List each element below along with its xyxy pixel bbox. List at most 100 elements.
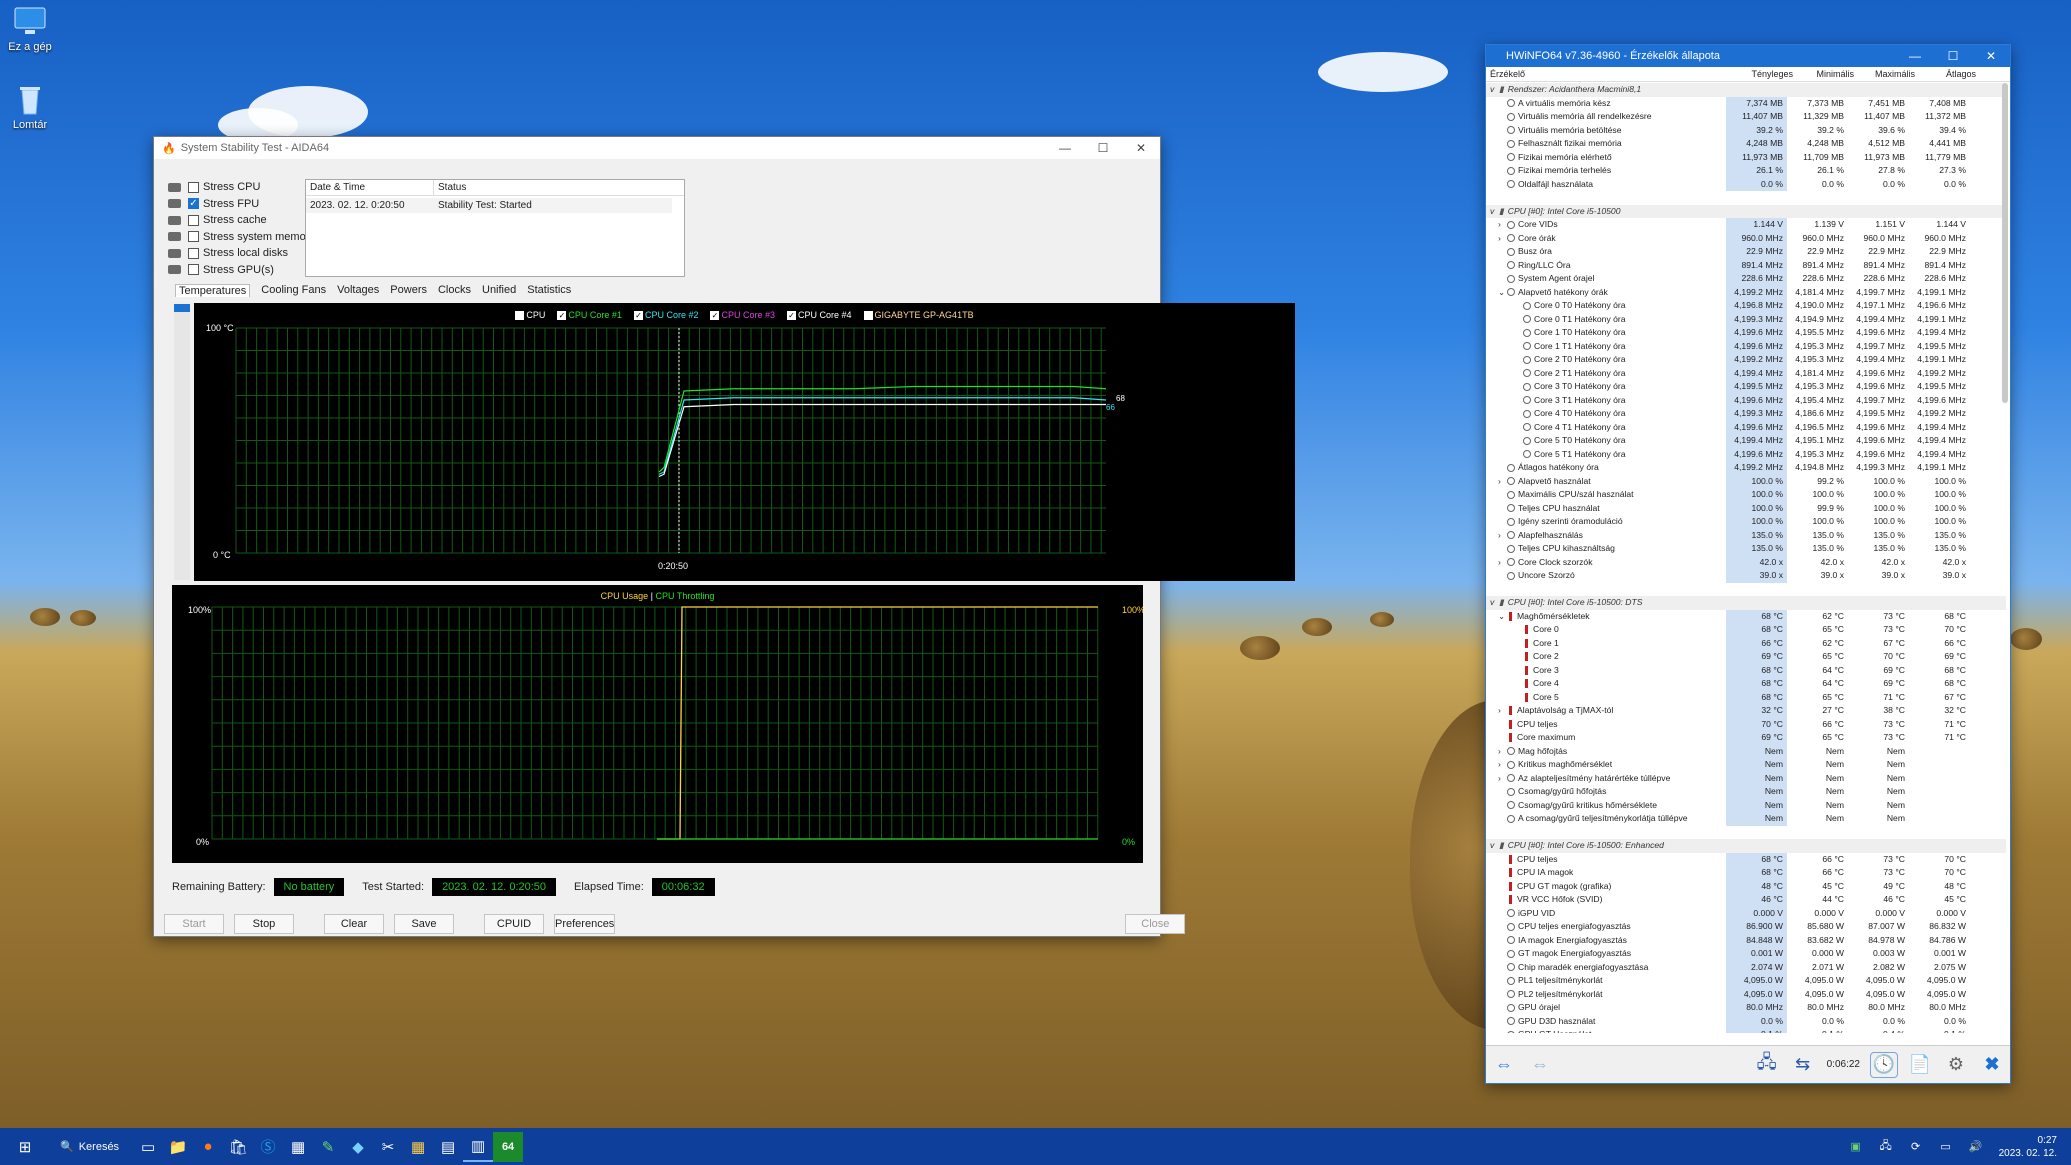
sensor-row[interactable]: Oldalfájl használata 0.0 % 0.0 % 0.0 % 0.0 % xyxy=(1486,177,2006,191)
start-button[interactable]: Start xyxy=(164,914,224,934)
notepad-icon[interactable]: ✎ xyxy=(313,1132,343,1162)
chevron-down-icon[interactable]: v xyxy=(1490,83,1499,97)
search-button[interactable]: 🔍 Keresés xyxy=(60,1140,119,1154)
sensor-row[interactable]: Core 3 T1 Hatékony óra 4,199.6 MHz 4,195.4… xyxy=(1486,393,2006,407)
col-sensor[interactable]: Érzékelő xyxy=(1486,67,1736,81)
clock[interactable]: 0:27 2023. 02. 12. xyxy=(1999,1134,2057,1160)
sensor-row[interactable]: System Agent órajel 228.6 MHz 228.6 MHz 228… xyxy=(1486,272,2006,286)
stress-option[interactable]: Stress local disks xyxy=(168,245,288,261)
sensor-row[interactable]: Virtuális memória áll rendelkezésre 11,40… xyxy=(1486,110,2006,124)
save-button[interactable]: Save xyxy=(394,914,454,934)
sensor-row[interactable]: Fizikai memória elérhető 11,973 MB 11,709 … xyxy=(1486,150,2006,164)
sensor-row[interactable]: GPU órajel 80.0 MHz 80.0 MHz 80.0 MHz 80.0 M… xyxy=(1486,1001,2006,1015)
tab-voltages[interactable]: Voltages xyxy=(337,284,379,297)
col-min[interactable]: Minimális xyxy=(1797,67,1858,81)
col-current[interactable]: Tényleges xyxy=(1736,67,1797,81)
network-tray-icon[interactable]: 🖧 xyxy=(1871,1132,1901,1162)
sensor-row[interactable]: GT magok Energiafogyasztás 0.001 W 0.000 W… xyxy=(1486,947,2006,961)
close-window-button[interactable]: Close xyxy=(1125,914,1186,934)
sensor-row[interactable]: ⌄ Maghőmérsékletek 68 °C 62 °C 73 °C 68 °C xyxy=(1486,609,2006,624)
clear-button[interactable]: Clear xyxy=(324,914,384,934)
stress-checkbox[interactable] xyxy=(188,231,199,242)
sensor-row[interactable]: Csomag/gyűrű kritikus hőmérséklete Nem Nem… xyxy=(1486,798,2006,812)
col-max[interactable]: Maximális xyxy=(1858,67,1919,81)
desktop-icon-recycle-bin[interactable]: Lomtár xyxy=(0,84,60,131)
sensor-row[interactable]: Core 1 66 °C 62 °C 67 °C 66 °C xyxy=(1486,636,2006,650)
sensor-row[interactable]: CPU teljes energiafogyasztás 86.900 W 85.6… xyxy=(1486,920,2006,934)
sensor-row[interactable]: Core 5 T0 Hatékony óra 4,199.4 MHz 4,195.1… xyxy=(1486,434,2006,448)
sensor-row[interactable]: Busz óra 22.9 MHz 22.9 MHz 22.9 MHz 22.9 MHz xyxy=(1486,245,2006,259)
preferences-button[interactable]: Preferences xyxy=(554,914,616,934)
skype-icon[interactable]: Ⓢ xyxy=(253,1132,283,1162)
stress-checkbox[interactable] xyxy=(188,181,199,193)
chevron-down-icon[interactable]: v xyxy=(1490,596,1499,610)
stress-checkbox[interactable]: ✓ xyxy=(188,198,199,209)
chevron-right-icon[interactable]: › xyxy=(1498,556,1507,570)
sensor-row[interactable]: Core 1 T1 Hatékony óra 4,199.6 MHz 4,195.3… xyxy=(1486,339,2006,353)
desktop-icon-this-pc[interactable]: Ez a gép xyxy=(0,6,60,53)
sensor-row[interactable]: Core 2 T0 Hatékony óra 4,199.2 MHz 4,195.3… xyxy=(1486,353,2006,367)
aida-titlebar[interactable]: 🔥 System Stability Test - AIDA64 — ☐ ✕ xyxy=(154,137,1160,159)
sensor-row[interactable]: Core 1 T0 Hatékony óra 4,199.6 MHz 4,195.5… xyxy=(1486,326,2006,340)
sensor-row[interactable]: Core 0 68 °C 65 °C 73 °C 70 °C xyxy=(1486,623,2006,637)
sensor-row[interactable]: Teljes CPU kihasználtság 135.0 % 135.0 % 13… xyxy=(1486,542,2006,556)
sensor-row[interactable]: › Core órák 960.0 MHz 960.0 MHz 960.0 MHz 960… xyxy=(1486,231,2006,246)
tab-cooling-fans[interactable]: Cooling Fans xyxy=(261,284,326,297)
sensor-row[interactable]: VR VCC Hőfok (SVID) 46 °C 44 °C 46 °C 45 °C xyxy=(1486,893,2006,907)
app-grid-icon[interactable]: ▦ xyxy=(403,1132,433,1162)
stress-option[interactable]: Stress cache xyxy=(168,212,267,228)
sensor-row[interactable]: Core 4 T1 Hatékony óra 4,199.6 MHz 4,196.5… xyxy=(1486,420,2006,434)
sensor-row[interactable]: Teljes CPU használat 100.0 % 99.9 % 100.0 %… xyxy=(1486,501,2006,515)
chevron-right-icon[interactable]: › xyxy=(1498,772,1507,786)
sensor-row[interactable]: Átlagos hatékony óra 4,199.2 MHz 4,194.8 M… xyxy=(1486,461,2006,475)
sensor-row[interactable]: Ring/LLC Óra 891.4 MHz 891.4 MHz 891.4 MHz 8… xyxy=(1486,258,2006,272)
sensor-group-row[interactable]: v ▮ Rendszer: Acidanthera Macmini8,1 xyxy=(1486,83,2006,97)
sensor-row[interactable]: Felhasznált fizikai memória 4,248 MB 4,248… xyxy=(1486,137,2006,151)
close-icon[interactable]: ✖ xyxy=(1978,1052,2006,1078)
network-icon[interactable]: 🖧 xyxy=(1753,1052,1781,1078)
sensor-row[interactable]: iGPU VID 0.000 V 0.000 V 0.000 V 0.000 V xyxy=(1486,906,2006,920)
sync-tray-icon[interactable]: ⟳ xyxy=(1901,1132,1931,1162)
sensor-row[interactable]: › Mag hőfojtás Nem Nem Nem xyxy=(1486,744,2006,758)
sensor-group-row[interactable]: v ▮ CPU [#0]: Intel Core i5-10500: DTS xyxy=(1486,596,2006,610)
sensor-row[interactable]: Core 2 69 °C 65 °C 70 °C 69 °C xyxy=(1486,650,2006,664)
minimize-button[interactable]: — xyxy=(1046,137,1084,159)
chevron-down-icon[interactable]: ⌄ xyxy=(1498,610,1507,624)
report-icon[interactable]: 📄 xyxy=(1906,1052,1934,1078)
chevron-right-icon[interactable]: › xyxy=(1498,232,1507,246)
chevron-right-icon[interactable]: › xyxy=(1498,218,1507,232)
sensor-row[interactable]: › Kritikus maghőmérséklet Nem Nem Nem xyxy=(1486,758,2006,772)
volume-icon[interactable]: 🔊 xyxy=(1961,1132,1991,1162)
sensor-row[interactable]: Maximális CPU/szál használat 100.0 % 100.0… xyxy=(1486,488,2006,502)
sensor-row[interactable]: A virtuális memória kész 7,374 MB 7,373 MB… xyxy=(1486,96,2006,110)
tab-temperatures[interactable]: Temperatures xyxy=(175,284,251,297)
tab-statistics[interactable]: Statistics xyxy=(527,284,571,297)
graph-scrollbar[interactable] xyxy=(174,304,190,580)
sensor-row[interactable]: Virtuális memória betöltése 39.2 % 39.2 % 3… xyxy=(1486,123,2006,137)
hwinfo-titlebar[interactable]: HWiNFO64 v7.36-4960 - Érzékelők állapota… xyxy=(1486,45,2010,67)
sensor-row[interactable]: Core 4 68 °C 64 °C 69 °C 68 °C xyxy=(1486,677,2006,691)
sensor-row[interactable]: IA magok Energiafogyasztás 84.848 W 83.682… xyxy=(1486,933,2006,947)
sensor-row[interactable]: Core 0 T0 Hatékony óra 4,196.8 MHz 4,190.0… xyxy=(1486,299,2006,313)
sensor-row[interactable]: › Core Clock szorzók 42.0 x 42.0 x 42.0 x 42.… xyxy=(1486,555,2006,570)
maximize-button[interactable]: ☐ xyxy=(1084,137,1122,159)
chevron-down-icon[interactable]: ⌄ xyxy=(1498,286,1507,300)
sensor-row[interactable]: Csomag/gyűrű hőfojtás Nem Nem Nem xyxy=(1486,785,2006,799)
close-button[interactable]: ✕ xyxy=(1122,137,1160,159)
col-avg[interactable]: Átlagos xyxy=(1919,67,1980,81)
sensor-group-row[interactable]: v ▮ CPU [#0]: Intel Core i5-10500: Enhance… xyxy=(1486,839,2006,853)
maximize-button[interactable]: ☐ xyxy=(1934,45,1972,67)
sensor-row[interactable]: Igény szerinti óramoduláció 100.0 % 100.0 … xyxy=(1486,515,2006,529)
hwinfo-taskbar-icon[interactable]: ▤ xyxy=(433,1132,463,1162)
table-row[interactable]: 2023. 02. 12. 0:20:50 Stability Test: St… xyxy=(306,198,672,213)
display-tray-icon[interactable]: ▭ xyxy=(1931,1132,1961,1162)
sensor-scrollbar[interactable] xyxy=(2002,83,2008,403)
sensor-row[interactable]: A csomag/gyűrű teljesítménykorlátja túll… xyxy=(1486,812,2006,826)
sensor-row[interactable]: GPU D3D használat 0.0 % 0.0 % 0.0 % 0.0 % xyxy=(1486,1014,2006,1028)
sensor-row[interactable]: CPU teljes 68 °C 66 °C 73 °C 70 °C xyxy=(1486,852,2006,866)
sensor-row[interactable]: Uncore Szorzó 39.0 x 39.0 x 39.0 x 39.0 x xyxy=(1486,569,2006,583)
chevron-right-icon[interactable]: › xyxy=(1498,704,1507,718)
sensor-row[interactable]: › Alapfelhasználás 135.0 % 135.0 % 135.0 % 13… xyxy=(1486,528,2006,542)
sensor-row[interactable]: Core 3 T0 Hatékony óra 4,199.5 MHz 4,195.3… xyxy=(1486,380,2006,394)
sensor-row[interactable]: Fizikai memória terhelés 26.1 % 26.1 % 27.8… xyxy=(1486,164,2006,178)
